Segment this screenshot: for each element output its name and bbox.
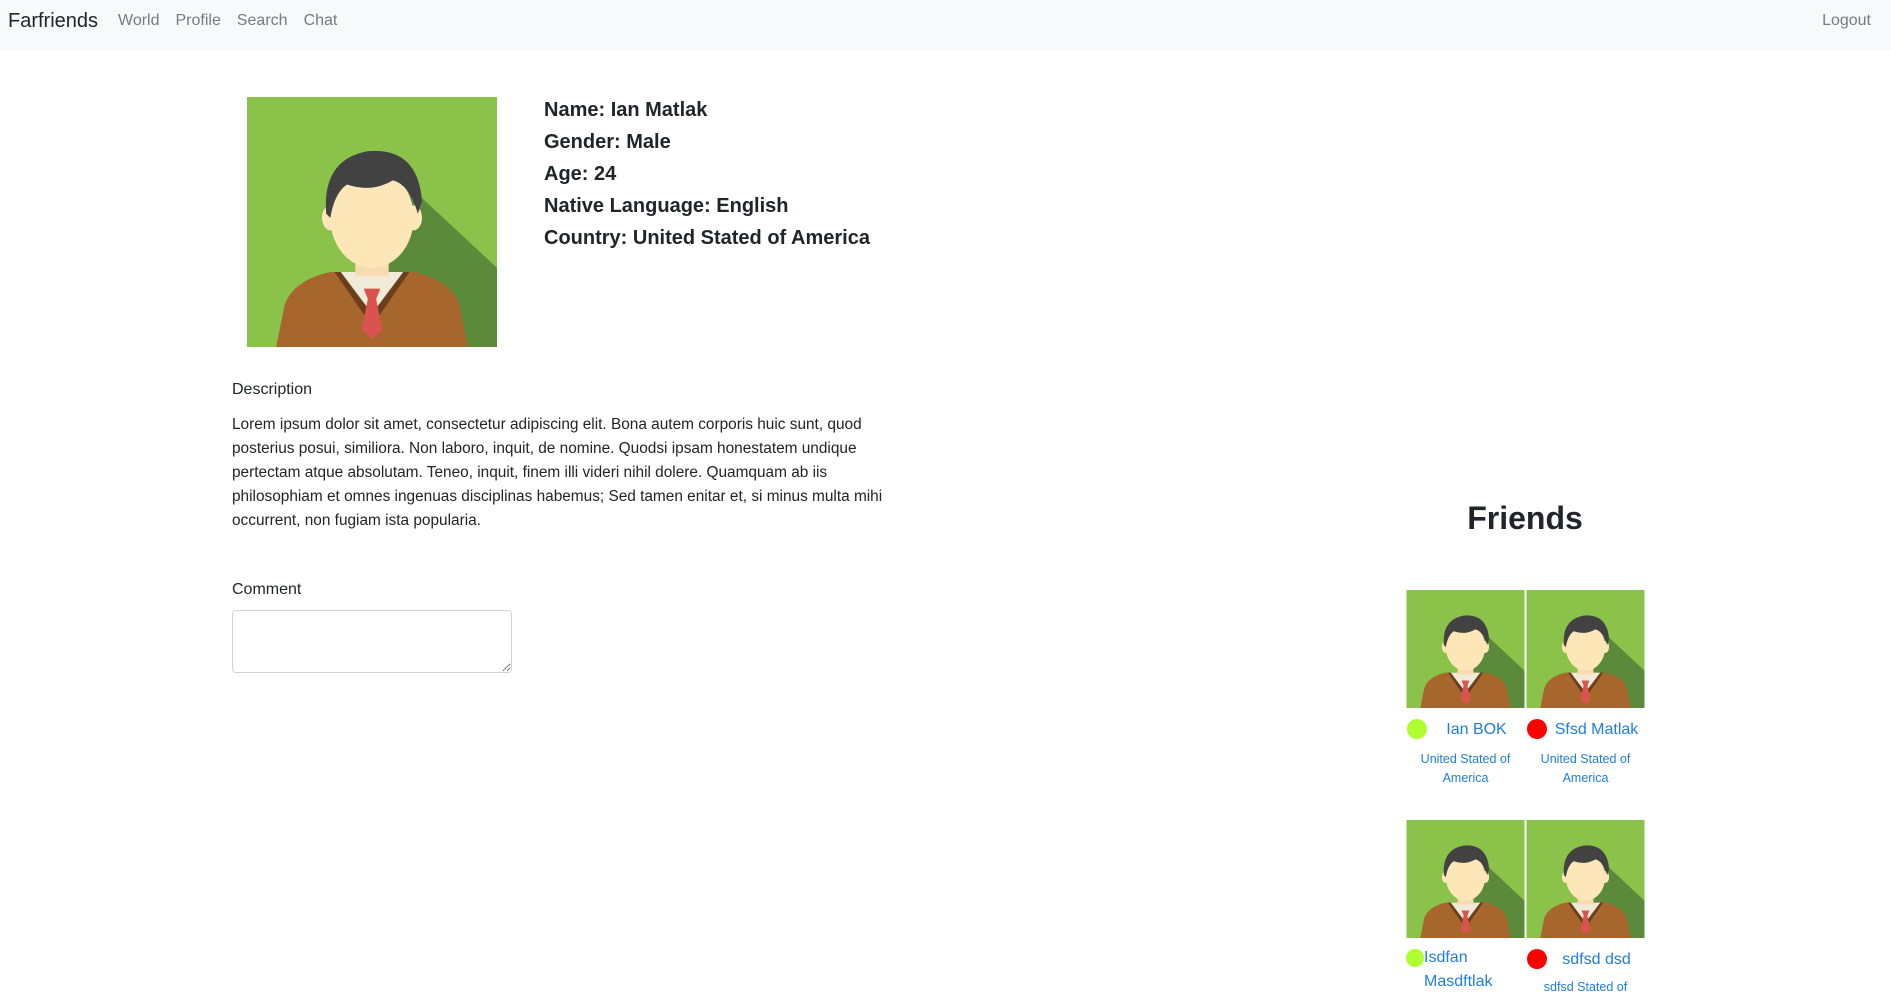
- online-status-icon: [1406, 949, 1424, 967]
- friend-country-link[interactable]: United Stated of America: [1526, 750, 1645, 788]
- comment-label: Comment: [232, 581, 302, 598]
- friend-avatar[interactable]: [1406, 820, 1525, 938]
- logout-link[interactable]: Logout: [1822, 12, 1871, 30]
- friend-name-link[interactable]: Ian BOK: [1428, 718, 1525, 742]
- friend-avatar[interactable]: [1406, 590, 1525, 708]
- avatar-icon: [1526, 590, 1645, 708]
- profile-language: Native Language: English: [544, 195, 789, 217]
- comment-textarea[interactable]: [232, 610, 512, 673]
- friend-avatar[interactable]: [1526, 820, 1645, 938]
- profile-country: Country: United Stated of America: [544, 227, 870, 249]
- friend-name-link[interactable]: Sfsd Matlak: [1548, 718, 1645, 742]
- friends-title: Friends: [1467, 500, 1583, 536]
- friend-name-link[interactable]: Isdfan Masdftlak: [1424, 946, 1524, 994]
- friend-country-link[interactable]: United Stated of America: [1406, 750, 1525, 788]
- friend-name-row: Ian BOK: [1406, 714, 1525, 739]
- avatar-icon: [1406, 590, 1525, 708]
- description-label: Description: [232, 381, 313, 398]
- offline-status-icon: [1527, 949, 1547, 969]
- profile-name: Name: Ian Matlak: [544, 99, 708, 121]
- friend-avatar[interactable]: [1526, 590, 1645, 708]
- nav-link-search[interactable]: Search: [237, 12, 288, 30]
- profile-avatar: [232, 97, 512, 347]
- avatar-icon: [247, 97, 497, 347]
- description-text: Lorem ipsum dolor sit amet, consectetur …: [232, 416, 883, 529]
- brand-link[interactable]: Farfriends: [8, 10, 98, 33]
- friend-name-link[interactable]: sdfsd dsd: [1548, 948, 1645, 972]
- nav-link-world[interactable]: World: [118, 12, 160, 30]
- avatar-icon: [1406, 820, 1525, 938]
- nav-links: World Profile Search Chat: [118, 12, 353, 30]
- avatar-icon: [1526, 820, 1645, 938]
- nav-link-profile[interactable]: Profile: [176, 12, 221, 30]
- profile-info: Name: Ian Matlak Gender: Male Age: 24 Na…: [544, 96, 870, 256]
- top-navbar: Farfriends World Profile Search Chat Log…: [0, 0, 1891, 50]
- offline-status-icon: [1527, 719, 1547, 739]
- friend-name-row: Sfsd Matlak: [1526, 714, 1645, 739]
- online-status-icon: [1407, 719, 1427, 739]
- profile-age: Age: 24: [544, 163, 617, 185]
- profile-gender: Gender: Male: [544, 131, 671, 153]
- nav-link-chat[interactable]: Chat: [304, 12, 338, 30]
- friend-name-row: sdfsd dsd: [1526, 944, 1645, 969]
- friend-country-link[interactable]: sdfsd Stated of: [1526, 978, 1645, 997]
- friend-name-row: Isdfan Masdftlak: [1406, 944, 1525, 996]
